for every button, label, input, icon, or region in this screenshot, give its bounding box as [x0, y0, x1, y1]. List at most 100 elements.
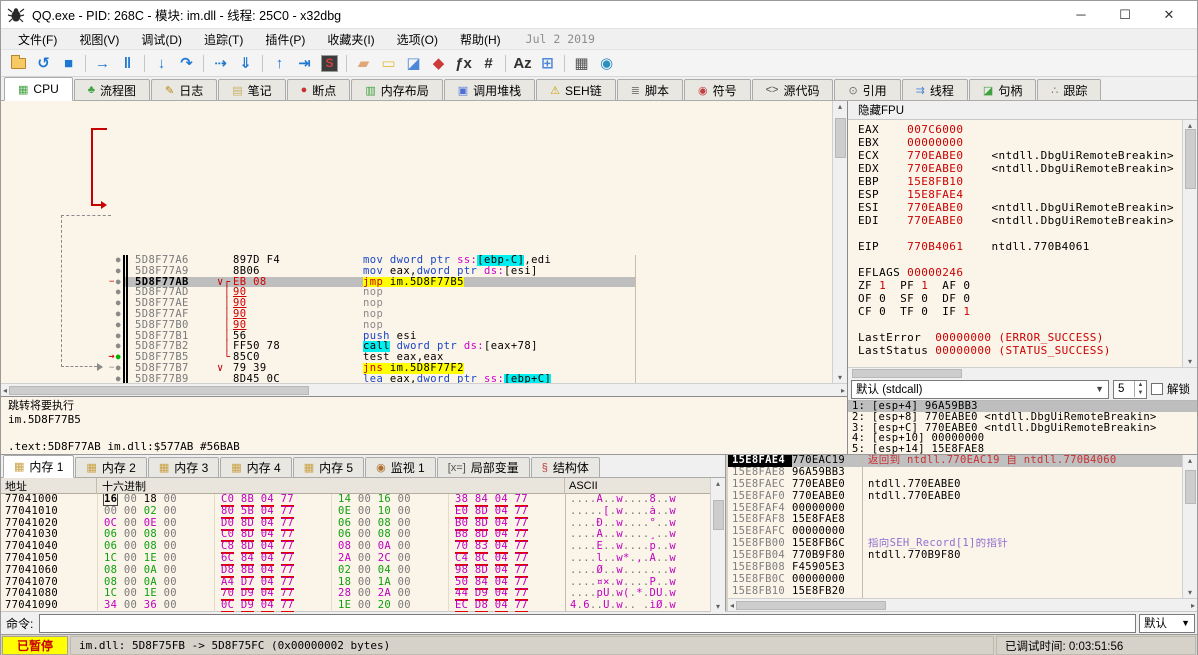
disasm-address[interactable]: 5D8F77B9 — [129, 373, 217, 383]
disasm-instruction[interactable]: mov dword ptr ss:[ebp-C],edi — [363, 255, 635, 266]
step-over-icon[interactable]: ↷ — [174, 52, 199, 75]
register-line[interactable]: EIP 770B4061 ntdll.770B4061 — [858, 240, 1182, 253]
register-line[interactable] — [858, 357, 1182, 367]
breakpoint-gutter[interactable]: ● — [101, 266, 123, 277]
register-line[interactable]: LastStatus 00000000 (STATUS_SUCCESS) — [858, 344, 1182, 357]
breakpoint-gutter[interactable]: → ● — [101, 351, 123, 363]
breakpoint-gutter[interactable]: ● — [101, 331, 123, 342]
register-line[interactable]: LastError 00000000 (ERROR_SUCCESS) — [858, 331, 1182, 344]
stack-rows[interactable]: 15E8FAE4 770EAC19 返回到 ntdll.770EAC19 自 ntd… — [728, 455, 1182, 598]
tab-breakpoints[interactable]: ● 断点 — [286, 79, 351, 100]
disasm-row[interactable]: ● 5D8F77B2 │ FF50 78 call dword ptr ds:[eax… — [1, 341, 832, 353]
disasm-bytes[interactable]: 85C0 — [233, 352, 363, 363]
tab-dump-2[interactable]: ▦ 内存 2 — [75, 457, 147, 477]
disasm-comment[interactable] — [635, 255, 832, 266]
disasm-row[interactable]: ● 5D8F77A9 8B06 mov eax,dword ptr ds:[esi] — [1, 265, 832, 277]
register-line[interactable]: EDX 770EABE0 <ntdll.DbgUiRemoteBreakin> — [858, 162, 1182, 175]
patches-icon[interactable]: ▰ — [351, 52, 376, 75]
unlock-checkbox[interactable]: 解锁 — [1151, 381, 1194, 397]
execute-till-return-icon[interactable]: ⇓ — [233, 52, 258, 75]
tab-seh[interactable]: ⚠ SEH链 — [536, 79, 616, 100]
disasm-row[interactable]: ● 5D8F77B0 │ 90 nop — [1, 319, 832, 331]
disasm-comment[interactable] — [635, 330, 832, 342]
comments-icon[interactable]: ▭ — [376, 52, 401, 75]
register-line[interactable]: ZF 1 PF 1 AF 0 — [858, 279, 1182, 292]
hide-fpu-button[interactable]: 隐藏FPU — [858, 102, 904, 118]
stack-vscrollbar[interactable]: ▴ ▾ — [1182, 455, 1197, 598]
dump-ascii[interactable]: ....Ø..w.......w — [565, 564, 710, 577]
disassembly-hscrollbar[interactable]: ◂ ▸ — [1, 383, 847, 396]
stack-value[interactable]: 00000000 — [792, 573, 862, 586]
dump-ascii[interactable]: ....pÙ.w(.*.DÙ.w — [565, 588, 710, 601]
disasm-instruction[interactable]: mov eax,dword ptr ds:[esi] — [363, 266, 635, 277]
disasm-comment[interactable] — [635, 298, 832, 309]
register-line[interactable]: EAX 007C6000 — [858, 123, 1182, 136]
tab-call-stack[interactable]: ▣ 调用堆栈 — [443, 79, 536, 100]
stack-value[interactable]: 770EABE0 — [792, 478, 862, 491]
register-list[interactable]: EAX 007C6000 EBX 00000000 ECX 770EABE0 <nt… — [848, 120, 1182, 367]
stack-hscrollbar[interactable]: ◂ ▸ — [728, 598, 1197, 611]
tab-trace[interactable]: ∴ 跟踪 — [1037, 79, 1102, 100]
run-icon[interactable]: → — [90, 52, 115, 75]
dump-vscrollbar[interactable]: ▴ ▾ — [710, 478, 725, 612]
breakpoint-gutter[interactable]: ● — [101, 255, 123, 266]
tab-notes[interactable]: ▤ 笔记 — [218, 79, 286, 100]
disasm-bytes[interactable]: 8D45 0C — [233, 374, 363, 383]
disasm-bytes[interactable]: 56 — [233, 331, 363, 342]
stack-row[interactable]: 15E8FAE8 96A59BB3 — [728, 466, 1182, 479]
bookmarks-icon[interactable]: ◆ — [426, 52, 451, 75]
dump-ascii[interactable]: ....À..w....8..w — [565, 494, 710, 506]
tab-cpu[interactable]: ▦ CPU — [4, 77, 73, 101]
disasm-row[interactable]: ● 5D8F77B9 8D45 0C lea eax,dword ptr ss:[eb… — [1, 373, 832, 383]
modules-icon[interactable]: ⊞ — [535, 52, 560, 75]
az-preferences-icon[interactable]: Az — [510, 52, 535, 75]
breakpoint-gutter[interactable]: − ● — [101, 277, 123, 288]
command-input[interactable] — [39, 613, 1136, 633]
dump-address[interactable]: 77041050 — [1, 552, 97, 565]
argument-row[interactable]: 5: [esp+14] 15E8FAE8 — [848, 444, 1197, 454]
stack-comment[interactable] — [862, 562, 1182, 574]
step-out-icon[interactable]: ↑ — [267, 52, 292, 75]
register-line[interactable] — [858, 227, 1182, 240]
stack-comment[interactable]: ntdll.770EABE0 — [862, 490, 1182, 503]
disasm-comment[interactable] — [635, 373, 832, 383]
tab-symbols[interactable]: ◉ 符号 — [683, 79, 751, 100]
tab-dump-1[interactable]: ▦ 内存 1 — [3, 455, 75, 478]
disasm-address[interactable]: 5D8F77A9 — [129, 265, 217, 277]
breakpoint-gutter[interactable]: − ● — [101, 363, 123, 374]
calculator-icon[interactable]: ▦ — [569, 52, 594, 75]
disasm-row[interactable]: ● 5D8F77AF │ 90 nop — [1, 309, 832, 320]
dump-address[interactable]: 77041090 — [1, 599, 97, 612]
stack-address[interactable]: 15E8FB0C — [728, 573, 792, 586]
disasm-instruction[interactable]: nop — [363, 320, 635, 331]
disasm-bytes[interactable]: 90 — [233, 287, 363, 298]
dump-ascii[interactable]: ....Ð..w....°..w — [565, 517, 710, 530]
stack-comment[interactable] — [862, 526, 1182, 539]
menu-item[interactable]: 调试(D) — [130, 31, 193, 49]
close-button[interactable]: ✕ — [1147, 2, 1191, 28]
tab-log[interactable]: ✎ 日志 — [150, 79, 218, 100]
stack-row[interactable]: 15E8FB10 15E8FB20 — [728, 585, 1182, 598]
disasm-instruction[interactable]: nop — [363, 298, 635, 309]
disasm-row[interactable]: ● 5D8F77B1 │ 56 push esi — [1, 330, 832, 342]
disasm-address[interactable]: 5D8F77B0 — [129, 319, 217, 331]
argument-count-stepper[interactable]: 5 ▲ ▼ — [1113, 379, 1147, 399]
register-line[interactable]: ESP 15E8FAE4 — [858, 188, 1182, 201]
spinner-up-icon[interactable]: ▲ — [1135, 381, 1146, 389]
register-line[interactable]: EDI 770EABE0 <ntdll.DbgUiRemoteBreakin> — [858, 214, 1182, 227]
tab-source[interactable]: <> 源代码 — [751, 79, 834, 100]
stack-value[interactable]: 770EABE0 — [792, 490, 862, 503]
functions-icon[interactable]: ƒx — [451, 52, 476, 75]
run-to-user-code-icon[interactable]: ⇢ — [208, 52, 233, 75]
stack-comment[interactable]: ntdll.770EABE0 — [862, 478, 1182, 491]
disasm-row[interactable]: − ● 5D8F77AB ∨┌ EB 08 jmp im.5D8F77B5 — [1, 276, 832, 288]
tab-watch-1[interactable]: ◉ 监视 1 — [365, 457, 436, 477]
registers-vscrollbar[interactable]: ▴ ▾ — [1182, 120, 1197, 367]
command-profile-select[interactable]: 默认 ▼ — [1139, 613, 1195, 633]
stop-icon[interactable]: ■ — [56, 52, 81, 75]
stack-comment[interactable] — [862, 466, 1182, 479]
disasm-comment[interactable] — [635, 287, 832, 299]
disasm-comment[interactable] — [635, 352, 832, 363]
disasm-bytes[interactable]: 897D F4 — [233, 255, 363, 266]
register-line[interactable]: EBX 00000000 — [858, 136, 1182, 149]
